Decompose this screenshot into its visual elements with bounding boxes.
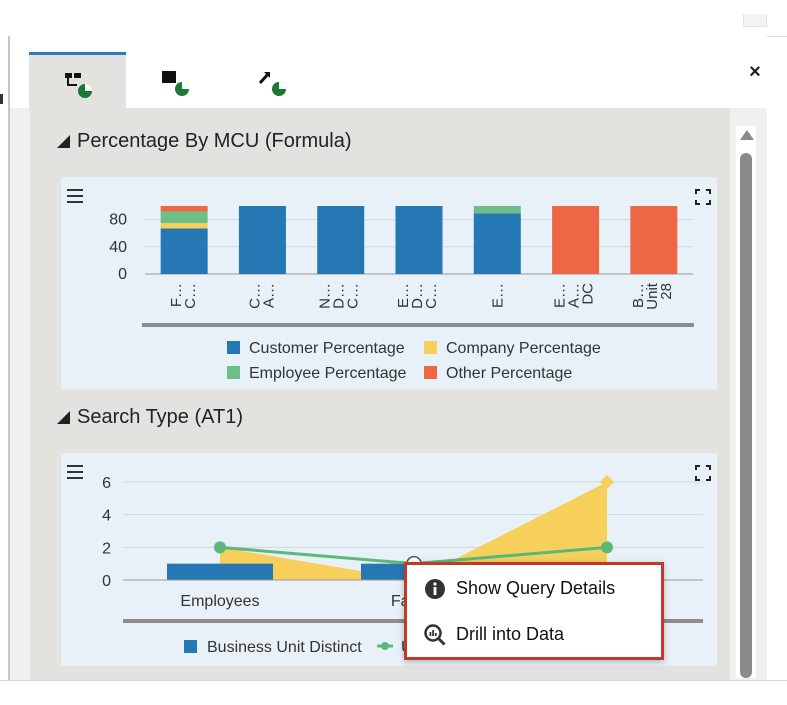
tab-card-chart[interactable]	[126, 53, 223, 108]
tab-arrow-chart[interactable]	[223, 53, 320, 108]
scroll-up-arrow-icon[interactable]	[740, 130, 754, 140]
bar-segment	[473, 206, 521, 214]
bar-segment	[160, 228, 208, 274]
x-tick-label: C…	[345, 283, 362, 309]
x-tick-label: DC	[580, 283, 597, 305]
bar-segment	[160, 211, 208, 223]
line-marker	[214, 541, 226, 554]
y-tick-label: 0	[102, 573, 111, 590]
bar-segment	[395, 206, 443, 274]
bar-segment	[238, 206, 286, 274]
arrow-chart-icon	[258, 71, 286, 96]
y-tick-label: 4	[102, 508, 111, 525]
bar	[167, 563, 273, 580]
info-icon	[425, 579, 445, 599]
section-header-percentage[interactable]: Percentage By MCU (Formula)	[57, 130, 352, 153]
collapse-triangle-icon[interactable]	[57, 135, 70, 148]
chart-card-percentage: 0 40 80 F… C… C… A… N… D… C… E… D… C… E… E… A… DC B… Unit 2…	[61, 177, 717, 389]
top-toolbar	[0, 0, 787, 37]
x-tick-label: E…	[489, 283, 506, 308]
legend-label: Customer Percentage	[249, 340, 405, 357]
legend-swatch	[227, 341, 240, 354]
y-tick-label: 0	[118, 266, 127, 283]
left-pane-mark	[0, 94, 3, 104]
menu-item-label: Drill into Data	[456, 624, 565, 644]
menu-item-show-query-details[interactable]: Show Query Details	[407, 569, 661, 609]
y-tick-label: 80	[109, 212, 127, 229]
menu-item-label: Show Query Details	[456, 578, 616, 598]
legend-label: Other Percentage	[446, 365, 572, 382]
vertical-scrollbar[interactable]	[736, 126, 756, 678]
card-chart-icon	[162, 71, 189, 96]
bar-segment	[160, 206, 208, 212]
section-header-search-type[interactable]: Search Type (AT1)	[57, 406, 243, 429]
legend-swatch	[184, 640, 197, 653]
close-icon[interactable]: ×	[745, 62, 765, 82]
x-tick-label: C…	[423, 283, 440, 309]
legend-label: Business Unit Distinct	[207, 639, 362, 656]
bar-segment	[160, 223, 208, 229]
drill-search-icon	[424, 624, 446, 646]
legend-label: Company Percentage	[446, 340, 601, 357]
y-tick-label: 2	[102, 540, 111, 557]
line-marker	[601, 541, 613, 554]
range-slider	[142, 323, 694, 327]
bar-segment	[317, 206, 365, 274]
legend-swatch	[227, 366, 240, 379]
legend-line-marker	[381, 642, 389, 650]
bottom-bar	[0, 680, 787, 705]
x-tick-label: 28	[658, 283, 675, 300]
x-tick-label: Employees	[180, 593, 259, 610]
hierarchy-chart-icon	[65, 73, 92, 98]
context-menu: Show Query Details Drill into Data	[404, 562, 664, 660]
toolbar-tab-stub	[743, 14, 767, 27]
bar-segment	[473, 213, 521, 274]
legend-swatch	[424, 341, 437, 354]
legend-swatch	[424, 366, 437, 379]
y-tick-label: 40	[109, 239, 127, 256]
percentage-bar-chart: 04080F…C… C…A… N…D…C… E…D…C… E… E…A…DC B…Unit2…	[109, 206, 694, 382]
section-title: Search Type (AT1)	[77, 406, 243, 428]
legend-label: Employee Percentage	[249, 365, 407, 382]
scroll-thumb[interactable]	[740, 153, 752, 678]
x-tick-label: A…	[260, 283, 277, 308]
collapse-triangle-icon[interactable]	[57, 411, 70, 424]
tab-hierarchy-chart[interactable]	[29, 52, 126, 111]
bar-segment	[552, 206, 600, 274]
section-title: Percentage By MCU (Formula)	[77, 130, 352, 152]
x-tick-label: C…	[182, 283, 199, 309]
panel-tab-row: ×	[10, 36, 767, 111]
y-tick-label: 6	[102, 475, 111, 492]
left-pane-edge	[0, 36, 10, 680]
menu-item-drill-into-data[interactable]: Drill into Data	[407, 615, 661, 655]
bar-segment	[630, 206, 678, 274]
